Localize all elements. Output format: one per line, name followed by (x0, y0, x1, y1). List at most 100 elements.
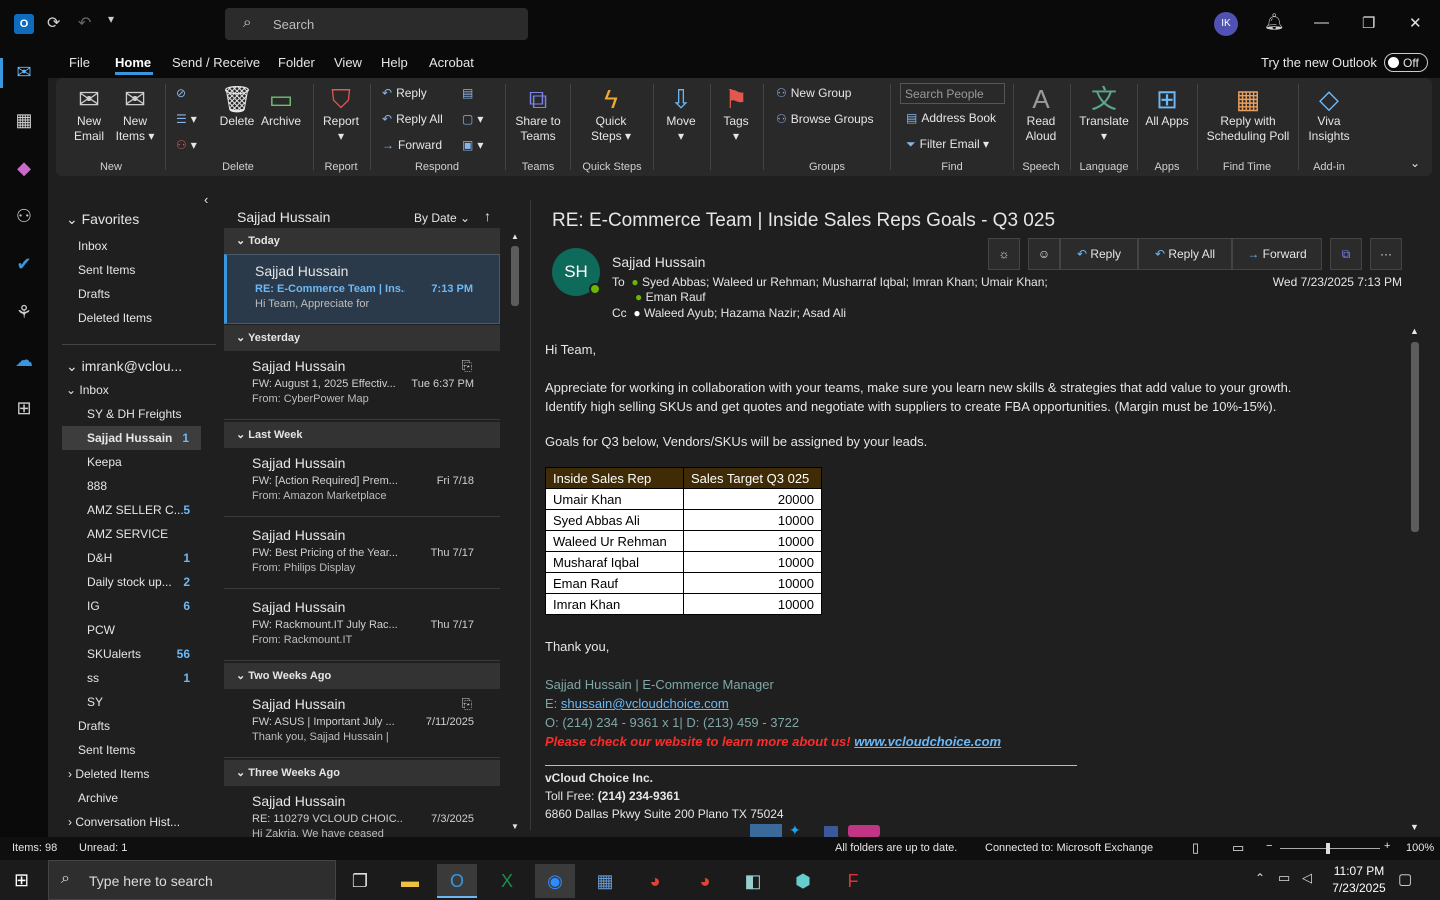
sort-direction-icon[interactable]: ↑ (484, 208, 491, 224)
zoom-out-icon[interactable]: − (1266, 840, 1272, 852)
subfolder-item[interactable]: ss 1 (56, 666, 222, 690)
archive-folder[interactable]: Archive (56, 786, 222, 810)
reading-scroll-down[interactable]: ▼ (1410, 822, 1419, 832)
minimize-button[interactable]: — (1314, 14, 1329, 31)
conversation-history-folder[interactable]: › Conversation Hist... (56, 810, 222, 834)
social-facebook-icon[interactable] (824, 826, 838, 837)
to-recipient-eman[interactable]: Eman Rauf (646, 290, 706, 304)
more-respond-button[interactable]: ▣ ▾ (462, 138, 483, 152)
zoom-in-icon[interactable]: + (1384, 840, 1390, 852)
social-twitter-icon[interactable]: ✦ (789, 823, 817, 837)
ignore-button[interactable]: ⊘ (176, 86, 190, 100)
outlook-taskbar-icon[interactable]: O (437, 864, 477, 898)
collapse-pane-icon[interactable]: ‹ (204, 192, 208, 207)
more-actions-button[interactable]: ··· (1370, 238, 1402, 270)
share-to-teams-button[interactable]: ⧉ Share to Teams (511, 84, 565, 144)
quick-steps-button[interactable]: ϟ Quick Steps ▾ (585, 84, 637, 144)
group-header[interactable]: ⌄ Three Weeks Ago (224, 760, 500, 786)
delete-button[interactable]: 🗑︎ Delete (216, 84, 258, 129)
menu-file[interactable]: File (69, 55, 90, 70)
message-item[interactable]: Sajjad Hussain FW: August 1, 2025 Effecti… (224, 350, 500, 420)
search-people-input[interactable]: Search People (900, 83, 1005, 104)
menu-acrobat[interactable]: Acrobat (429, 55, 474, 70)
subfolder-item[interactable]: PCW (56, 618, 222, 642)
mail-icon[interactable]: ✉ (12, 60, 36, 84)
bell-icon[interactable]: 🔔︎ (1264, 12, 1284, 32)
all-apps-button[interactable]: ⊞ All Apps (1144, 84, 1190, 129)
cleanup-button[interactable]: ☰ ▾ (176, 112, 197, 126)
reply-button[interactable]: ↶ Reply (382, 86, 427, 100)
group-header[interactable]: ⌄ Last Week (224, 422, 500, 448)
im-button[interactable]: ▢ ▾ (462, 112, 483, 126)
forward-action-button[interactable]: → Forward (1232, 238, 1322, 270)
archive-button[interactable]: ▭ Archive (259, 84, 303, 129)
teams-share-button[interactable]: ⧉ (1330, 238, 1362, 270)
inbox-folder[interactable]: ⌄ Inbox (56, 378, 222, 402)
reading-scroll-up[interactable]: ▲ (1410, 326, 1419, 336)
viva-insights-button[interactable]: ◇ Viva Insights (1304, 84, 1354, 144)
more-apps-icon[interactable]: ⊞ (12, 396, 36, 420)
address-book-button[interactable]: ▤ Address Book (906, 111, 996, 125)
move-button[interactable]: ⇩ Move ▾ (659, 84, 703, 144)
user-avatar[interactable]: IK (1214, 12, 1238, 36)
new-email-button[interactable]: ✉ New Email (68, 84, 110, 144)
tags-button[interactable]: ⚑ Tags ▾ (716, 84, 756, 144)
notifications-icon[interactable]: ▢ (1398, 870, 1412, 888)
menu-folder[interactable]: Folder (278, 55, 315, 70)
group-header[interactable]: ⌄ Two Weeks Ago (224, 663, 500, 689)
website-link[interactable]: www.vcloudchoice.com (854, 734, 1001, 749)
scheduling-poll-button[interactable]: ▦ Reply with Scheduling Poll (1202, 84, 1294, 144)
chrome-profile-taskbar-icon[interactable]: ◕ (685, 864, 725, 898)
tray-chevron-icon[interactable]: ⌃ (1255, 871, 1265, 885)
clock-time[interactable]: 11:07 PM (1330, 864, 1388, 878)
zoom-slider-thumb[interactable] (1326, 843, 1330, 854)
subfolder-item[interactable]: SY & DH Freights (56, 402, 222, 426)
file-explorer-icon[interactable]: ▬ (390, 864, 430, 898)
zoom-taskbar-icon[interactable]: ◉ (535, 864, 575, 898)
read-aloud-button[interactable]: A Read Aloud (1018, 84, 1064, 144)
theme-toggle-button[interactable]: ☼ (988, 238, 1020, 270)
message-item[interactable]: Sajjad Hussain FW: Rackmount.IT July Rac.… (224, 591, 500, 661)
clock-date[interactable]: 7/23/2025 (1328, 881, 1390, 895)
group-header[interactable]: ⌄ Today (224, 228, 500, 254)
people-icon[interactable]: ⚇ (12, 204, 36, 228)
subfolder-item[interactable]: SY (56, 690, 222, 714)
report-button[interactable]: ⛉ Report ▾ (319, 84, 363, 144)
menu-help[interactable]: Help (381, 55, 408, 70)
menu-view[interactable]: View (334, 55, 362, 70)
meeting-button[interactable]: ▤ (462, 86, 477, 100)
social-instagram-icon[interactable] (848, 825, 880, 837)
list-scroll-thumb[interactable] (511, 246, 519, 306)
volume-icon[interactable]: ◁ (1302, 870, 1312, 886)
message-item[interactable]: Sajjad Hussain RE: E-Commerce Team | Ins.… (224, 254, 500, 324)
subfolder-item[interactable]: IG 6 (56, 594, 222, 618)
org-icon[interactable]: ⚘ (12, 300, 36, 324)
chrome-taskbar-icon[interactable]: ◕ (635, 864, 675, 898)
scroll-down-arrow[interactable]: ▼ (511, 822, 519, 831)
taskbar-search-box[interactable]: ⌕ Type here to search (48, 860, 336, 900)
sender-name[interactable]: Sajjad Hussain (612, 254, 705, 270)
message-item[interactable]: Sajjad Hussain FW: ASUS | Important July … (224, 688, 500, 758)
new-outlook-toggle[interactable]: Off (1384, 53, 1428, 72)
zoom-slider-track[interactable] (1280, 848, 1380, 849)
customize-toolbar-icon[interactable]: ▾ (108, 12, 114, 26)
fav-deleted-items[interactable]: Deleted Items (56, 306, 222, 330)
junk-button[interactable]: ⚇ ▾ (176, 138, 197, 152)
new-group-button[interactable]: ⚇ New Group (776, 86, 851, 100)
new-items-button[interactable]: ✉ New Items ▾ (113, 84, 157, 144)
menu-send-receive[interactable]: Send / Receive (172, 55, 260, 70)
normal-view-icon[interactable]: ▯ (1192, 840, 1199, 856)
deleted-items-folder[interactable]: › Deleted Items (56, 762, 222, 786)
ribbon-collapse-icon[interactable]: ⌄ (1410, 156, 1420, 170)
windows-start-icon[interactable]: ⊞ (14, 870, 29, 891)
translate-button[interactable]: 文 Translate ▾ (1076, 84, 1132, 144)
subfolder-item[interactable]: Keepa (56, 450, 222, 474)
sort-by-date-button[interactable]: By Date ⌄ (414, 211, 470, 225)
fav-drafts[interactable]: Drafts (56, 282, 222, 306)
task-view-icon[interactable]: ❐ (340, 864, 380, 898)
calendar-icon[interactable]: ▦ (12, 108, 36, 132)
reading-view-icon[interactable]: ▭ (1232, 840, 1244, 856)
reply-all-button[interactable]: ↶ Reply All (382, 112, 443, 126)
network-icon[interactable]: ▭ (1278, 870, 1290, 886)
todo-icon[interactable]: ✔ (12, 252, 36, 276)
